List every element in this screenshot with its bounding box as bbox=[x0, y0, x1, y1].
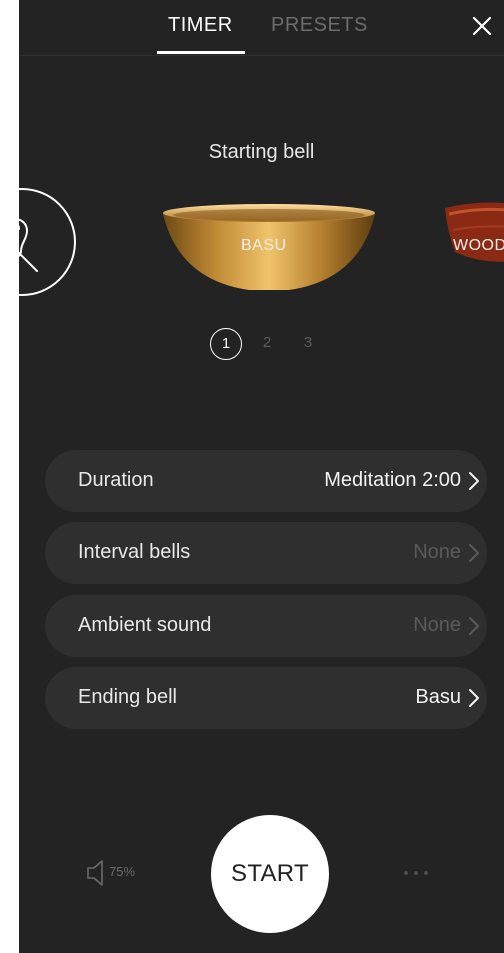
setting-ambient-sound[interactable]: Ambient sound None bbox=[45, 595, 487, 657]
setting-interval-bells[interactable]: Interval bells None bbox=[45, 522, 487, 584]
chevron-right-icon bbox=[469, 472, 479, 490]
close-icon bbox=[472, 16, 492, 36]
no-bell-icon bbox=[19, 188, 76, 296]
setting-duration[interactable]: Duration Meditation 2:00 bbox=[45, 450, 487, 512]
no-bell-button[interactable] bbox=[19, 187, 77, 297]
setting-label: Ambient sound bbox=[78, 614, 212, 636]
wood-bowl-image bbox=[445, 202, 504, 262]
bell-label-basu: BASU bbox=[241, 237, 287, 254]
chevron-right-icon bbox=[469, 617, 479, 635]
bell-pager: 1 2 3 bbox=[19, 328, 504, 360]
setting-label: Duration bbox=[78, 469, 154, 491]
pager-dot-2[interactable]: 2 bbox=[251, 328, 283, 360]
tab-presets[interactable]: PRESETS bbox=[271, 14, 368, 37]
top-tab-bar: TIMER PRESETS bbox=[19, 0, 504, 56]
volume-level: 75% bbox=[109, 864, 136, 879]
section-title: Starting bell bbox=[208, 141, 315, 163]
setting-value: None bbox=[413, 614, 461, 636]
setting-ending-bell[interactable]: Ending bell Basu bbox=[45, 667, 487, 729]
setting-label: Ending bell bbox=[78, 686, 177, 708]
active-tab-indicator bbox=[157, 51, 245, 54]
setting-label: Interval bells bbox=[78, 541, 191, 563]
more-dots-icon bbox=[404, 871, 428, 875]
timer-screen: TIMER PRESETS Starting bell BASU WOOD 1 … bbox=[19, 0, 504, 953]
pager-dot-1[interactable]: 1 bbox=[210, 328, 242, 360]
chevron-right-icon bbox=[469, 544, 479, 562]
start-button[interactable]: START bbox=[211, 815, 329, 933]
setting-value: None bbox=[413, 541, 461, 563]
setting-value: Basu bbox=[415, 686, 461, 708]
bell-wood[interactable] bbox=[445, 196, 504, 276]
speaker-icon bbox=[87, 860, 103, 886]
close-button[interactable] bbox=[466, 10, 498, 42]
tab-timer[interactable]: TIMER bbox=[168, 14, 233, 37]
bell-label-wood: WOOD bbox=[453, 237, 504, 254]
pager-dot-3[interactable]: 3 bbox=[292, 328, 324, 360]
setting-value: Meditation 2:00 bbox=[324, 469, 461, 491]
chevron-right-icon bbox=[469, 689, 479, 707]
more-button[interactable] bbox=[399, 864, 439, 882]
